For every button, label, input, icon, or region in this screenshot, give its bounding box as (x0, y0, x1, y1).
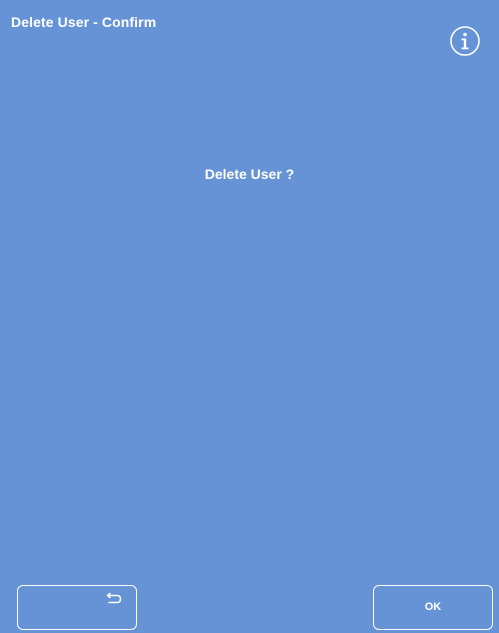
ok-button[interactable]: OK (373, 585, 493, 630)
ok-button-label: OK (424, 601, 442, 613)
info-button[interactable] (449, 25, 481, 57)
confirm-message: Delete User ? (204, 166, 295, 182)
screen-title: Delete User - Confirm (11, 14, 157, 30)
confirm-screen: Delete User - Confirm Delete User ? OK (0, 0, 499, 633)
info-icon (450, 26, 480, 56)
back-button[interactable] (17, 585, 137, 630)
back-arrow-icon (106, 592, 122, 604)
